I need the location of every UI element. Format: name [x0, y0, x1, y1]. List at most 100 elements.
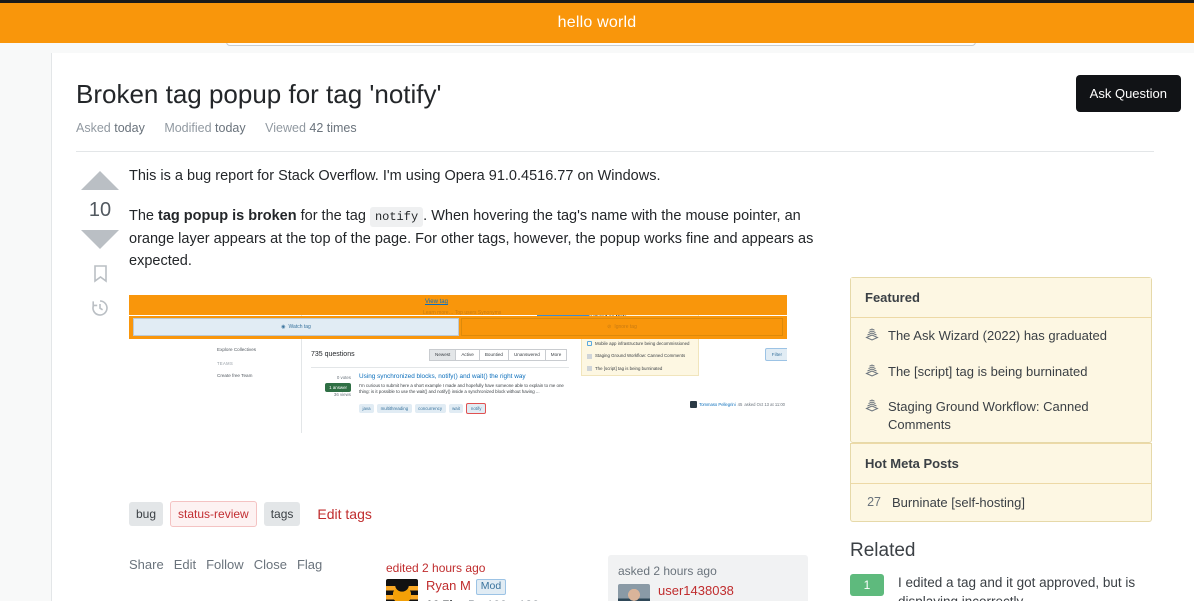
- edit-link[interactable]: Edit: [174, 557, 196, 572]
- downvote-icon[interactable]: [81, 230, 119, 249]
- screenshot-post-username: Tommaso Pellegrini: [699, 401, 736, 407]
- screenshot-create-team: Create free Team: [217, 372, 253, 378]
- screenshot-post-views: 36 views: [333, 391, 351, 397]
- bookmark-icon[interactable]: [93, 265, 108, 283]
- screenshot-explore-collectives: Explore Collectives: [217, 346, 257, 352]
- related-item[interactable]: 1 I edited a tag and it got approved, bu…: [850, 574, 1152, 601]
- question-header: Broken tag popup for tag 'notify' Asked …: [76, 77, 1154, 135]
- paper-stack-icon: [865, 363, 879, 377]
- overlay-ignore-tag-button: ⊘ Ignore tag: [461, 317, 783, 336]
- editor-gold-count: 5: [468, 598, 475, 601]
- edited-timestamp: edited 2 hours ago: [386, 561, 486, 575]
- featured-item[interactable]: The [script] tag is being burninated: [851, 354, 1151, 390]
- eye-icon: ◉: [281, 323, 286, 330]
- screenshot-post-stats: 0 votes 1 answer 36 views: [311, 375, 351, 397]
- hot-meta-score: 27: [867, 495, 881, 510]
- close-link[interactable]: Close: [254, 557, 287, 572]
- overlay-hint-text: Learn more… Top users Synonyms: [423, 309, 502, 316]
- modified-label: Modified: [164, 121, 212, 136]
- asked-value: today: [114, 121, 145, 136]
- screenshot-post-tag-wait: wait: [448, 403, 464, 413]
- viewed-label: Viewed: [265, 121, 306, 136]
- paper-stack-icon: [865, 398, 879, 412]
- hot-meta-item[interactable]: 27 Burninate [self-hosting]: [851, 484, 1151, 521]
- inline-code-notify: notify: [369, 207, 424, 228]
- screenshot-post-tag-java: java: [359, 403, 375, 413]
- featured-item[interactable]: Staging Ground Workflow: Canned Comments: [851, 389, 1151, 442]
- paper-stack-icon: [865, 327, 879, 341]
- follow-link[interactable]: Follow: [206, 557, 244, 572]
- viewed-value: 42 times: [309, 121, 357, 136]
- screenshot-post-excerpt: I'm curious to submit here a short examp…: [359, 382, 564, 395]
- avatar[interactable]: [386, 579, 418, 601]
- screenshot-featured-item-text: Staging Ground Workflow: Canned Comments: [595, 353, 686, 359]
- editor-username[interactable]: Ryan M: [426, 578, 471, 593]
- screenshot-post-tags: java multithreading concurrency wait not…: [359, 402, 486, 414]
- asker-username[interactable]: user1438038: [658, 583, 734, 598]
- editor-name-row: Ryan M Mod: [426, 578, 539, 595]
- screenshot-teams-caption: TEAMS: [217, 360, 234, 366]
- overlay-watch-tag-button: ◉ Watch tag: [133, 317, 459, 336]
- screenshot-post-tag-multithreading: multithreading: [377, 403, 412, 413]
- featured-heading: Featured: [851, 278, 1151, 318]
- overlay-view-tag-link: View tag: [425, 298, 448, 305]
- editor-bronze-count: 126: [519, 598, 539, 601]
- question-meta: Asked today Modified today Viewed 42 tim…: [76, 121, 1154, 135]
- featured-item[interactable]: The Ask Wizard (2022) has graduated: [851, 318, 1151, 354]
- tag-tags[interactable]: tags: [263, 502, 301, 526]
- screenshot-tab-unanswered: Unanswered: [508, 348, 546, 361]
- screenshot-post-answers: 1 answer: [325, 382, 351, 392]
- question-tags: bug status-review tags Edit tags: [129, 501, 372, 527]
- vote-count: 10: [88, 199, 112, 221]
- paragraph-2: The tag popup is broken for the tag noti…: [129, 205, 819, 272]
- screenshot-question-count: 735 questions: [311, 350, 355, 358]
- paper-icon: [587, 366, 592, 372]
- screenshot-featured-item-text: Mobile app infrastructure being decommis…: [595, 340, 690, 346]
- asker-card: asked 2 hours ago user1438038 5,707104: [608, 555, 808, 601]
- modified-value: today: [215, 121, 246, 136]
- upvote-icon[interactable]: [81, 171, 119, 190]
- featured-item-text: The [script] tag is being burninated: [888, 363, 1088, 379]
- avatar[interactable]: [618, 584, 650, 601]
- paragraph-1: This is a bug report for Stack Overflow.…: [129, 168, 661, 184]
- mod-badge: Mod: [475, 579, 507, 595]
- screenshot-post-user-rep: 45: [737, 401, 743, 407]
- editor-reputation-row: 16.7k 5 100 126: [426, 598, 539, 601]
- related-title-text: I edited a tag and it got approved, but …: [898, 575, 1136, 601]
- p2-bold: tag popup is broken: [158, 208, 297, 225]
- hot-meta-title: Burninate [self-hosting]: [892, 495, 1025, 511]
- screenshot-post-asked: asked Oct 13 at 11:00: [744, 401, 785, 407]
- post-actions: Share Edit Follow Close Flag: [129, 557, 322, 572]
- ban-icon: ⊘: [607, 323, 612, 330]
- tag-bug[interactable]: bug: [129, 502, 164, 526]
- asked-timestamp: asked 2 hours ago: [618, 564, 717, 578]
- screenshot-sort-tabs: Newest Active Bountied Unanswered More: [429, 348, 568, 361]
- edit-history-icon[interactable]: [91, 299, 109, 317]
- edit-tags-link[interactable]: Edit tags: [317, 506, 371, 522]
- related-score: 1: [850, 574, 884, 597]
- share-link[interactable]: Share: [129, 557, 164, 572]
- embedded-screenshot[interactable]: Users Companies COLLECTIVES Explore Coll…: [129, 290, 787, 433]
- tag-status-review[interactable]: status-review: [170, 501, 257, 527]
- page-content: Broken tag popup for tag 'notify' Asked …: [52, 53, 1194, 601]
- screenshot-tab-newest: Newest: [429, 348, 457, 361]
- screenshot-featured-item: Mobile app infrastructure being decommis…: [582, 338, 698, 350]
- asked-label: Asked: [76, 121, 111, 136]
- screenshot-post-tag-notify-highlighted: notify: [466, 402, 486, 414]
- editor-reputation: 16.7k: [426, 598, 456, 601]
- ask-question-button[interactable]: Ask Question: [1075, 75, 1181, 112]
- screenshot-featured-item: The [script] tag is being burninated: [582, 363, 698, 375]
- top-banner: hello world: [0, 0, 1194, 43]
- featured-item-text: The Ask Wizard (2022) has graduated: [888, 328, 1107, 343]
- editor-card: edited 2 hours ago Ryan M Mod 16.7k 5 100 12…: [386, 561, 566, 601]
- asker-name-row: user1438038: [658, 583, 734, 598]
- hot-meta-panel: Hot Meta Posts 27 Burninate [self-hostin…: [850, 443, 1152, 523]
- hot-meta-heading: Hot Meta Posts: [851, 443, 1151, 485]
- screenshot-post-votes: 0 votes: [336, 374, 351, 380]
- screenshot-featured-item-text: The [script] tag is being burninated: [595, 365, 663, 371]
- flag-link[interactable]: Flag: [297, 557, 322, 572]
- screenshot-tab-more: More: [545, 348, 568, 361]
- vote-column: 10: [76, 165, 124, 317]
- overlay-watch-tag-label: Watch tag: [288, 323, 311, 330]
- header-divider: [76, 151, 1154, 152]
